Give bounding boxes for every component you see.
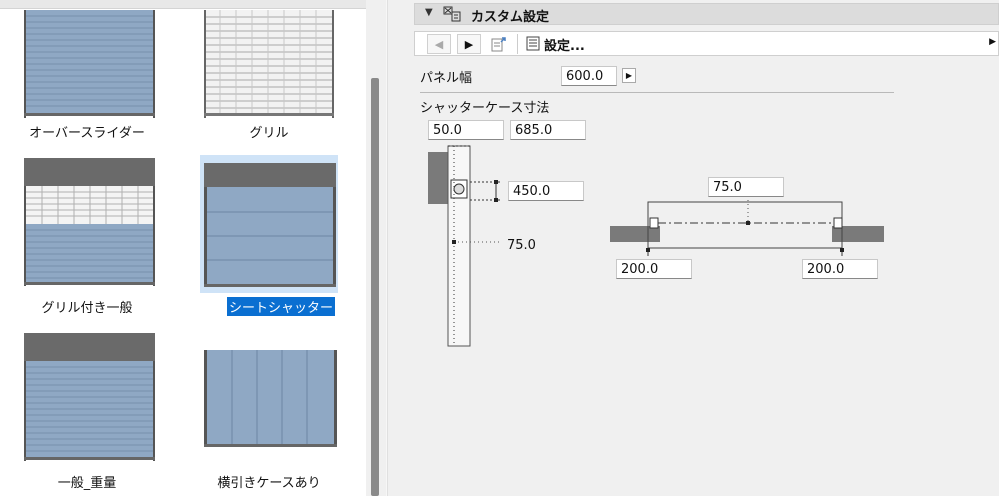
- settings-dropdown[interactable]: 設定... ▶: [517, 34, 996, 54]
- gallery-scrollbar-thumb[interactable]: [371, 78, 379, 496]
- case-dimensions-label: シャッターケース寸法: [420, 101, 550, 116]
- custom-settings-header[interactable]: ▼ カスタム設定: [414, 3, 999, 25]
- gallery-item-label: 横引きケースあり: [217, 476, 321, 491]
- case-dim-field-b[interactable]: 685.0: [510, 120, 586, 140]
- case-plan-diagram: [610, 196, 884, 256]
- section-separator: [420, 92, 894, 93]
- overslider-thumbnail: [24, 10, 155, 118]
- grille-general-thumbnail: [24, 158, 155, 286]
- case-dim-field-e[interactable]: 75.0: [708, 177, 784, 197]
- shutter-type-gallery: オーバースライダー グリル グリル付き一般 シートシャッター 一般_重量 横引き…: [0, 0, 386, 496]
- custom-settings-icon: [443, 6, 461, 22]
- gallery-item-sliding-case[interactable]: [200, 348, 338, 450]
- gallery-item-label-selected: シートシャッター: [227, 297, 336, 316]
- panel-width-label: パネル幅: [420, 71, 473, 86]
- gallery-item-overslider[interactable]: [18, 10, 156, 118]
- sliding-case-thumbnail: [204, 350, 337, 447]
- settings-dropdown-label: 設定...: [544, 39, 585, 54]
- gallery-item-grille-general[interactable]: [18, 158, 156, 286]
- case-dim-field-g[interactable]: 200.0: [802, 259, 878, 279]
- dropdown-arrow-icon: ▶: [989, 37, 996, 47]
- panel-width-field[interactable]: 600.0: [561, 66, 617, 86]
- settings-panel: ▼ カスタム設定 ◀ ▶ 設定... ▶ パネル幅 600.0 ▶ シャッターケ…: [408, 0, 999, 496]
- gallery-item-label: グリル付き一般: [41, 301, 133, 316]
- list-icon: [526, 36, 540, 51]
- heavy-general-thumbnail: [24, 333, 155, 461]
- case-dim-label-d: 75.0: [507, 238, 536, 253]
- grille-thumbnail: [204, 10, 334, 118]
- panel-divider: [386, 0, 388, 496]
- gallery-top-strip: [0, 0, 386, 9]
- settings-nav-bar: ◀ ▶ 設定... ▶: [414, 31, 999, 56]
- custom-settings-title: カスタム設定: [471, 10, 550, 25]
- collapse-triangle-icon[interactable]: ▼: [425, 7, 433, 18]
- panel-width-arrow-icon[interactable]: ▶: [622, 68, 636, 83]
- case-dim-field-c[interactable]: 450.0: [508, 181, 584, 201]
- next-arrow-icon[interactable]: ▶: [457, 34, 481, 54]
- gallery-item-label: グリル: [249, 126, 289, 141]
- gallery-item-label: オーバースライダー: [29, 126, 145, 141]
- gallery-item-label: 一般_重量: [57, 476, 117, 491]
- case-dim-field-a[interactable]: 50.0: [428, 120, 504, 140]
- prev-arrow-icon[interactable]: ◀: [427, 34, 451, 54]
- case-dim-field-f[interactable]: 200.0: [616, 259, 692, 279]
- gallery-item-sheet-shutter[interactable]: [200, 155, 338, 293]
- gallery-item-grille[interactable]: [200, 10, 338, 118]
- sheet-shutter-thumbnail: [204, 163, 336, 287]
- gallery-item-heavy-general[interactable]: [18, 333, 156, 461]
- export-settings-icon[interactable]: [487, 34, 511, 54]
